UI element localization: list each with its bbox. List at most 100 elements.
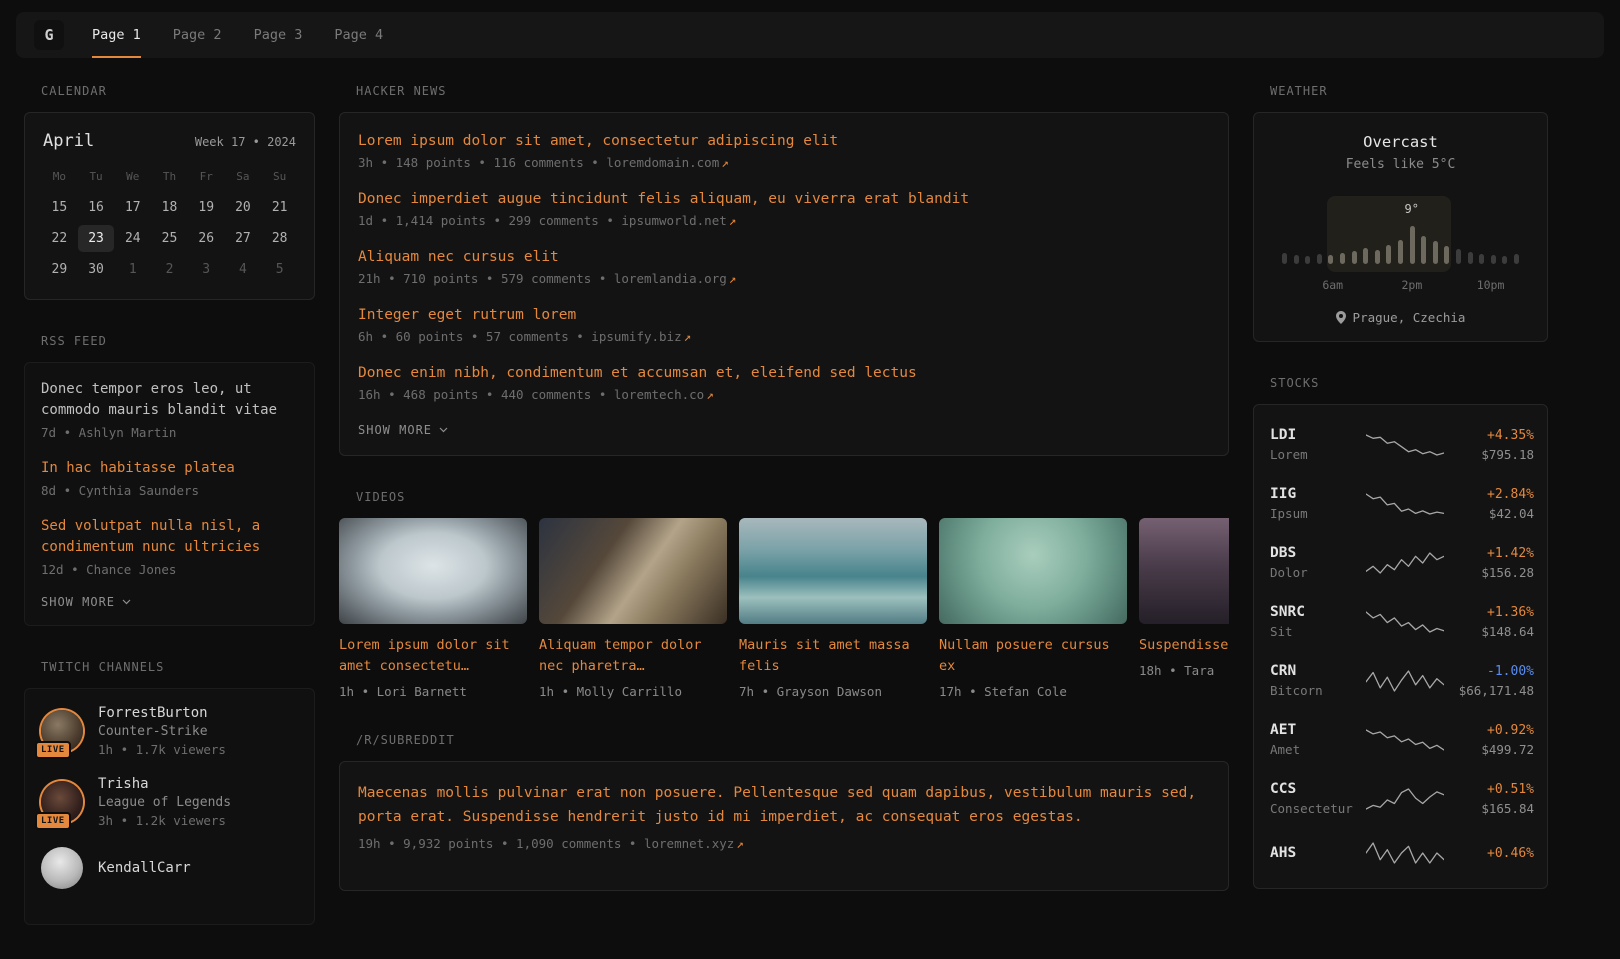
videos-widget: VIDEOS Lorem ipsum dolor sit amet consec… <box>339 490 1229 699</box>
video-thumbnail[interactable] <box>539 518 727 624</box>
weather-bar <box>1456 249 1461 264</box>
weather-bar <box>1363 248 1368 264</box>
story-link[interactable]: Donec imperdiet augue tincidunt felis al… <box>358 191 1210 207</box>
twitch-channel-row[interactable]: KendallCarr <box>41 847 298 889</box>
rss-item: Donec tempor eros leo, ut commodo mauris… <box>41 379 298 440</box>
stock-values: +1.36% $148.64 <box>1444 605 1534 639</box>
stocks-card: LDI Lorem +4.35% $795.18 IIG Ipsum <box>1253 404 1548 889</box>
external-link-icon[interactable]: ↗ <box>684 329 692 344</box>
twitch-widget-title: TWITCH CHANNELS <box>41 660 315 674</box>
calendar-day: 2 <box>151 256 188 283</box>
weather-bar <box>1398 240 1403 264</box>
video-thumbnail[interactable] <box>939 518 1127 624</box>
calendar-day-header: Mo <box>41 163 78 190</box>
dashboard-content: CALENDAR April Week 17 • 2024 MoTuWeThFr… <box>24 84 1620 959</box>
calendar-day: 15 <box>41 194 78 221</box>
rss-item-link[interactable]: Donec tempor eros leo, ut commodo mauris… <box>41 379 298 421</box>
stock-name: Dolor <box>1270 565 1366 580</box>
weather-widget: WEATHER Overcast Feels like 5°C 9° 6am2p… <box>1253 84 1548 342</box>
tab-page-2[interactable]: Page 2 <box>173 12 222 58</box>
tab-page-4[interactable]: Page 4 <box>334 12 383 58</box>
subreddit-widget: /R/SUBREDDIT Maecenas mollis pulvinar er… <box>339 733 1229 891</box>
twitch-channel-row[interactable]: LIVE Trisha League of Legends 3h • 1.2k … <box>41 776 298 828</box>
story-meta: 1d • 1,414 points • 299 comments • ipsum… <box>358 213 1210 228</box>
video-card[interactable]: Suspendisse diam 18h • Tara <box>1139 518 1229 699</box>
weather-bar <box>1386 245 1391 264</box>
twitch-card: LIVE ForrestBurton Counter-Strike 1h • 1… <box>24 688 315 925</box>
external-link-icon[interactable]: ↗ <box>729 271 737 286</box>
external-link-icon[interactable]: ↗ <box>736 836 744 851</box>
calendar-day: 20 <box>225 194 262 221</box>
story-link[interactable]: Aliquam nec cursus elit <box>358 249 1210 265</box>
external-link-icon[interactable]: ↗ <box>729 213 737 228</box>
app-logo[interactable]: G <box>34 20 64 50</box>
tab-page-1[interactable]: Page 1 <box>92 12 141 58</box>
video-thumbnail[interactable] <box>739 518 927 624</box>
video-title[interactable]: Nullam posuere cursus ex <box>939 635 1127 677</box>
rss-item-meta: 8d • Cynthia Saunders <box>41 483 298 498</box>
story-link[interactable]: Integer eget rutrum lorem <box>358 307 1210 323</box>
weather-bar <box>1514 254 1519 264</box>
right-column: WEATHER Overcast Feels like 5°C 9° 6am2p… <box>1253 84 1548 923</box>
calendar-day: 4 <box>225 256 262 283</box>
left-column: CALENDAR April Week 17 • 2024 MoTuWeThFr… <box>24 84 315 959</box>
twitch-channel-row[interactable]: LIVE ForrestBurton Counter-Strike 1h • 1… <box>41 705 298 757</box>
rss-item-meta: 7d • Ashlyn Martin <box>41 425 298 440</box>
weather-bars <box>1282 224 1519 264</box>
story-meta-text: 1d • 1,414 points • 299 comments • ipsum… <box>358 213 727 228</box>
stock-price: $499.72 <box>1444 742 1534 757</box>
channel-name: KendallCarr <box>98 860 191 876</box>
calendar-day: 18 <box>151 194 188 221</box>
weather-bar <box>1328 255 1333 264</box>
calendar-day-header: Th <box>151 163 188 190</box>
channel-game: League of Legends <box>98 795 231 810</box>
video-title[interactable]: Lorem ipsum dolor sit amet consectetu… <box>339 635 527 677</box>
video-card[interactable]: Aliquam tempor dolor nec pharetra… 1h • … <box>539 518 727 699</box>
stock-id: DBS Dolor <box>1270 545 1366 580</box>
video-title[interactable]: Suspendisse diam <box>1139 635 1229 656</box>
rss-item-link[interactable]: Sed volutpat nulla nisl, a condimentum n… <box>41 516 298 558</box>
video-thumbnail[interactable] <box>339 518 527 624</box>
video-card[interactable]: Mauris sit amet massa felis 7h • Grayson… <box>739 518 927 699</box>
videos-row: Lorem ipsum dolor sit amet consectetu… 1… <box>339 518 1229 699</box>
story-link[interactable]: Lorem ipsum dolor sit amet, consectetur … <box>358 133 1210 149</box>
stock-sparkline <box>1366 550 1444 576</box>
rss-item-link[interactable]: In hac habitasse platea <box>41 458 298 479</box>
stock-price: $795.18 <box>1444 447 1534 462</box>
channel-game: Counter-Strike <box>98 724 226 739</box>
top-nav: G Page 1 Page 2 Page 3 Page 4 <box>16 12 1604 58</box>
calendar-day: 27 <box>225 225 262 252</box>
stock-values: +1.42% $156.28 <box>1444 546 1534 580</box>
rss-show-more-button[interactable]: SHOW MORE <box>41 595 131 609</box>
calendar-day-header: Fr <box>188 163 225 190</box>
calendar-day: 17 <box>114 194 151 221</box>
avatar <box>41 847 83 889</box>
story-meta: 16h • 468 points • 440 comments • loremt… <box>358 387 1210 402</box>
story-link[interactable]: Donec enim nibh, condimentum et accumsan… <box>358 365 1210 381</box>
weather-feels-like: Feels like 5°C <box>1270 157 1531 172</box>
calendar-widget-title: CALENDAR <box>41 84 315 98</box>
stock-sparkline <box>1366 609 1444 635</box>
page-tabs: Page 1 Page 2 Page 3 Page 4 <box>92 12 383 58</box>
video-title[interactable]: Aliquam tempor dolor nec pharetra… <box>539 635 727 677</box>
calendar-day: 16 <box>78 194 115 221</box>
stock-row: CRN Bitcorn -1.00% $66,171.48 <box>1270 651 1531 710</box>
channel-name: ForrestBurton <box>98 705 226 721</box>
video-card[interactable]: Lorem ipsum dolor sit amet consectetu… 1… <box>339 518 527 699</box>
tab-page-3[interactable]: Page 3 <box>254 12 303 58</box>
avatar: LIVE <box>41 710 83 752</box>
subreddit-widget-title: /R/SUBREDDIT <box>356 733 1229 747</box>
story-item: Donec enim nibh, condimentum et accumsan… <box>358 365 1210 402</box>
stock-sparkline <box>1366 840 1444 866</box>
rss-item: In hac habitasse platea 8d • Cynthia Sau… <box>41 458 298 498</box>
video-thumbnail[interactable] <box>1139 518 1229 624</box>
post-link[interactable]: Maecenas mollis pulvinar erat non posuer… <box>358 782 1210 830</box>
weather-bar <box>1294 255 1299 264</box>
weather-bar <box>1317 254 1322 264</box>
video-title[interactable]: Mauris sit amet massa felis <box>739 635 927 677</box>
video-card[interactable]: Nullam posuere cursus ex 17h • Stefan Co… <box>939 518 1127 699</box>
external-link-icon[interactable]: ↗ <box>706 387 714 402</box>
external-link-icon[interactable]: ↗ <box>721 155 729 170</box>
stock-symbol: CCS <box>1270 781 1366 797</box>
hacker-news-show-more-button[interactable]: SHOW MORE <box>358 423 448 437</box>
